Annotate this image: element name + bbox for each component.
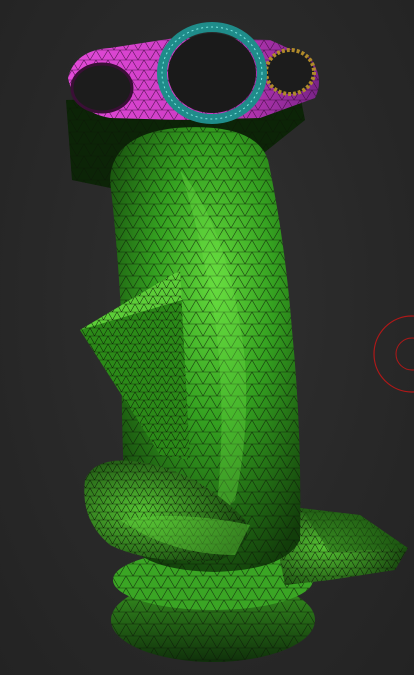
masked-top-plate: [68, 22, 319, 124]
3d-viewport[interactable]: [0, 0, 414, 675]
mesh-render: [66, 22, 414, 662]
brush-cursor: [373, 315, 414, 393]
